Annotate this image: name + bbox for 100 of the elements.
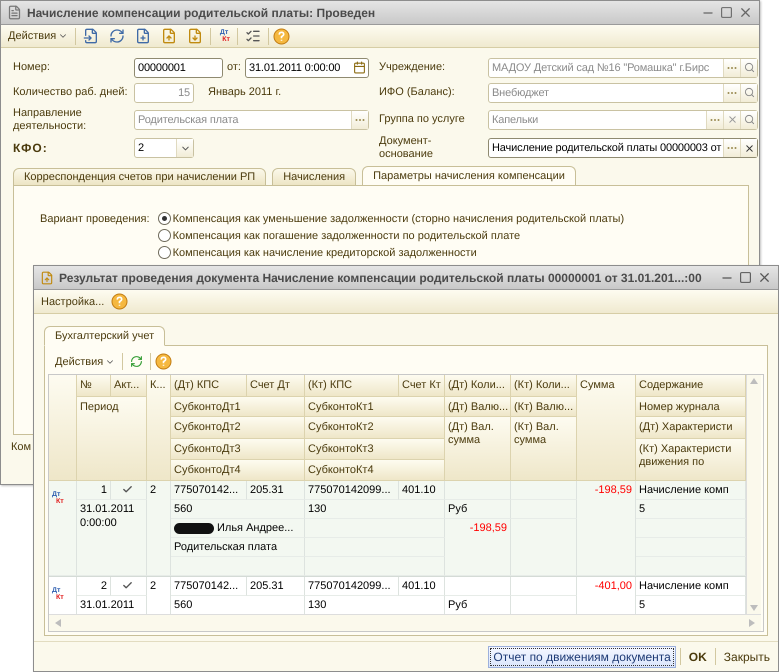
table-cell: -198,59	[445, 519, 511, 576]
column-header[interactable]: (Кт) КПС	[305, 375, 399, 397]
column-header[interactable]: СубконтоКт3	[305, 439, 445, 460]
column-header[interactable]: (Кт) Вал. сумма	[511, 417, 577, 481]
search-button[interactable]	[740, 84, 757, 102]
field-label: Вариант проведения:	[40, 213, 150, 226]
actions-menu[interactable]: Действия	[52, 354, 118, 370]
kfo-dropdown[interactable]: 2	[134, 138, 194, 158]
field-label: Документ-основание	[379, 135, 434, 161]
field-label: Учреждение:	[379, 61, 446, 74]
help-icon[interactable]	[272, 28, 290, 44]
column-header[interactable]: Содержание	[636, 375, 746, 397]
maximize-icon[interactable]	[720, 6, 733, 19]
table-cell: 205.31	[247, 577, 305, 596]
table-cell: 205.31	[247, 481, 305, 500]
column-header[interactable]: СубконтоКт4	[305, 460, 445, 481]
column-header[interactable]: (Дт) Характеристи	[636, 417, 746, 439]
column-header[interactable]: Счет Кт	[399, 375, 445, 397]
table-cell: 401.10	[399, 481, 445, 500]
table-cell: Руб	[445, 500, 511, 519]
select-button[interactable]	[706, 110, 723, 128]
table-cell: 401.10	[399, 577, 445, 596]
help-icon[interactable]	[111, 293, 128, 310]
radio-option[interactable]: Компенсация как погашение задолженности по родительской плате	[158, 229, 624, 242]
column-header[interactable]: СубконтоДт2	[171, 417, 305, 439]
tab[interactable]: Начисления	[272, 168, 356, 186]
date-field[interactable]: 31.01.2011 0:00:00	[244, 58, 369, 78]
up-arrow-icon[interactable]	[750, 378, 758, 384]
footer-button[interactable]: Закрыть	[720, 646, 774, 668]
footer-button[interactable]: OK	[684, 646, 711, 668]
search-button[interactable]	[740, 58, 757, 76]
empty-cell	[445, 577, 511, 596]
vertical-scrollbar[interactable]	[746, 375, 761, 614]
select-button[interactable]	[723, 84, 740, 102]
clear-button[interactable]	[740, 139, 757, 157]
table-cell: 2	[147, 481, 171, 576]
field-label: ИФО (Баланс):	[379, 86, 456, 99]
table-cell: 2	[77, 577, 111, 596]
reference-field[interactable]: Начисление родительской платы 00000003 от	[488, 138, 758, 158]
calendar-icon[interactable]	[352, 61, 366, 74]
actions-menu[interactable]: Действия	[5, 28, 72, 44]
down-arrow-icon[interactable]	[750, 605, 758, 611]
right-arrow-icon[interactable]	[749, 619, 755, 627]
close-icon[interactable]	[757, 270, 772, 285]
column-header[interactable]: (Дт) Коли...	[445, 375, 511, 397]
column-header[interactable]: №	[77, 375, 111, 397]
column-header[interactable]: СубконтоДт4	[171, 460, 305, 481]
table-cell: 130	[305, 500, 445, 519]
maximize-icon[interactable]	[739, 271, 752, 284]
field-label: Номер:	[13, 61, 51, 74]
empty-cell	[511, 481, 577, 500]
table-cell: Родительская плата	[171, 538, 305, 557]
field-label: КФО:	[13, 142, 49, 154]
column-header[interactable]: Номер журнала	[636, 397, 746, 417]
column-header[interactable]: (Дт) КПС	[171, 375, 247, 397]
column-header[interactable]: СубконтоКт1	[305, 397, 445, 417]
field-label: Направление деятельности:	[13, 106, 88, 132]
radio-option[interactable]: Компенсация как начисление кредиторской задолженности	[158, 246, 624, 259]
column-header[interactable]: Период	[77, 397, 147, 481]
table-cell: Илья Андрее...	[171, 519, 305, 538]
empty-cell	[511, 519, 577, 576]
dropdown-button[interactable]	[176, 139, 193, 157]
help-icon[interactable]	[155, 353, 172, 370]
column-header[interactable]: (Кт) Валю...	[511, 397, 577, 417]
column-header[interactable]: Сумма	[577, 375, 636, 481]
table-cell: 775070142099...	[305, 481, 399, 500]
settings-menu[interactable]: Настройка...	[38, 294, 108, 310]
table-cell: 31.01.2011 0:00:00	[77, 500, 147, 576]
column-header[interactable]: СубконтоДт3	[171, 439, 305, 460]
column-header[interactable]: (Дт) Валю...	[445, 397, 511, 417]
horizontal-scrollbar[interactable]	[49, 614, 761, 631]
empty-cell	[511, 577, 577, 596]
select-button[interactable]	[723, 58, 740, 76]
table-cell: -198,59	[577, 481, 636, 576]
field-label: от:	[227, 61, 241, 74]
tab[interactable]: Корреспонденция счетов при начислении РП	[13, 168, 266, 186]
column-header[interactable]: (Кт) Коли...	[511, 375, 577, 397]
tab[interactable]: Бухгалтерский учет	[44, 326, 166, 346]
column-header[interactable]: К...	[147, 375, 171, 481]
select-button[interactable]	[351, 110, 368, 128]
table-cell: 1	[77, 481, 111, 500]
column-header[interactable]: (Дт) Вал. сумма	[445, 417, 511, 481]
close-icon[interactable]	[738, 5, 753, 20]
column-header[interactable]: СубконтоКт2	[305, 417, 445, 439]
tab[interactable]: Параметры начисления компенсации	[362, 166, 576, 186]
work-days-field: 15	[134, 82, 194, 102]
table-cell: 775070142...	[171, 577, 247, 596]
period-text: Январь 2011 г.	[208, 86, 282, 99]
left-arrow-icon[interactable]	[55, 619, 61, 627]
column-header[interactable]: Счет Дт	[247, 375, 305, 397]
column-header[interactable]: СубконтоДт1	[171, 397, 305, 417]
close-icon	[726, 114, 738, 125]
number-field[interactable]: 00000001	[134, 58, 223, 78]
field-label: Ком	[11, 441, 32, 454]
radio-option[interactable]: Компенсация как уменьшение задолженности (сторно начисления родительской платы)	[158, 212, 624, 225]
column-header[interactable]: Акт...	[111, 375, 147, 397]
search-button[interactable]	[740, 110, 757, 128]
footer-button[interactable]: Отчет по движениям документа	[488, 646, 676, 668]
close-icon	[744, 142, 754, 154]
column-header[interactable]: (Кт) Характеристи движения по	[636, 439, 746, 481]
